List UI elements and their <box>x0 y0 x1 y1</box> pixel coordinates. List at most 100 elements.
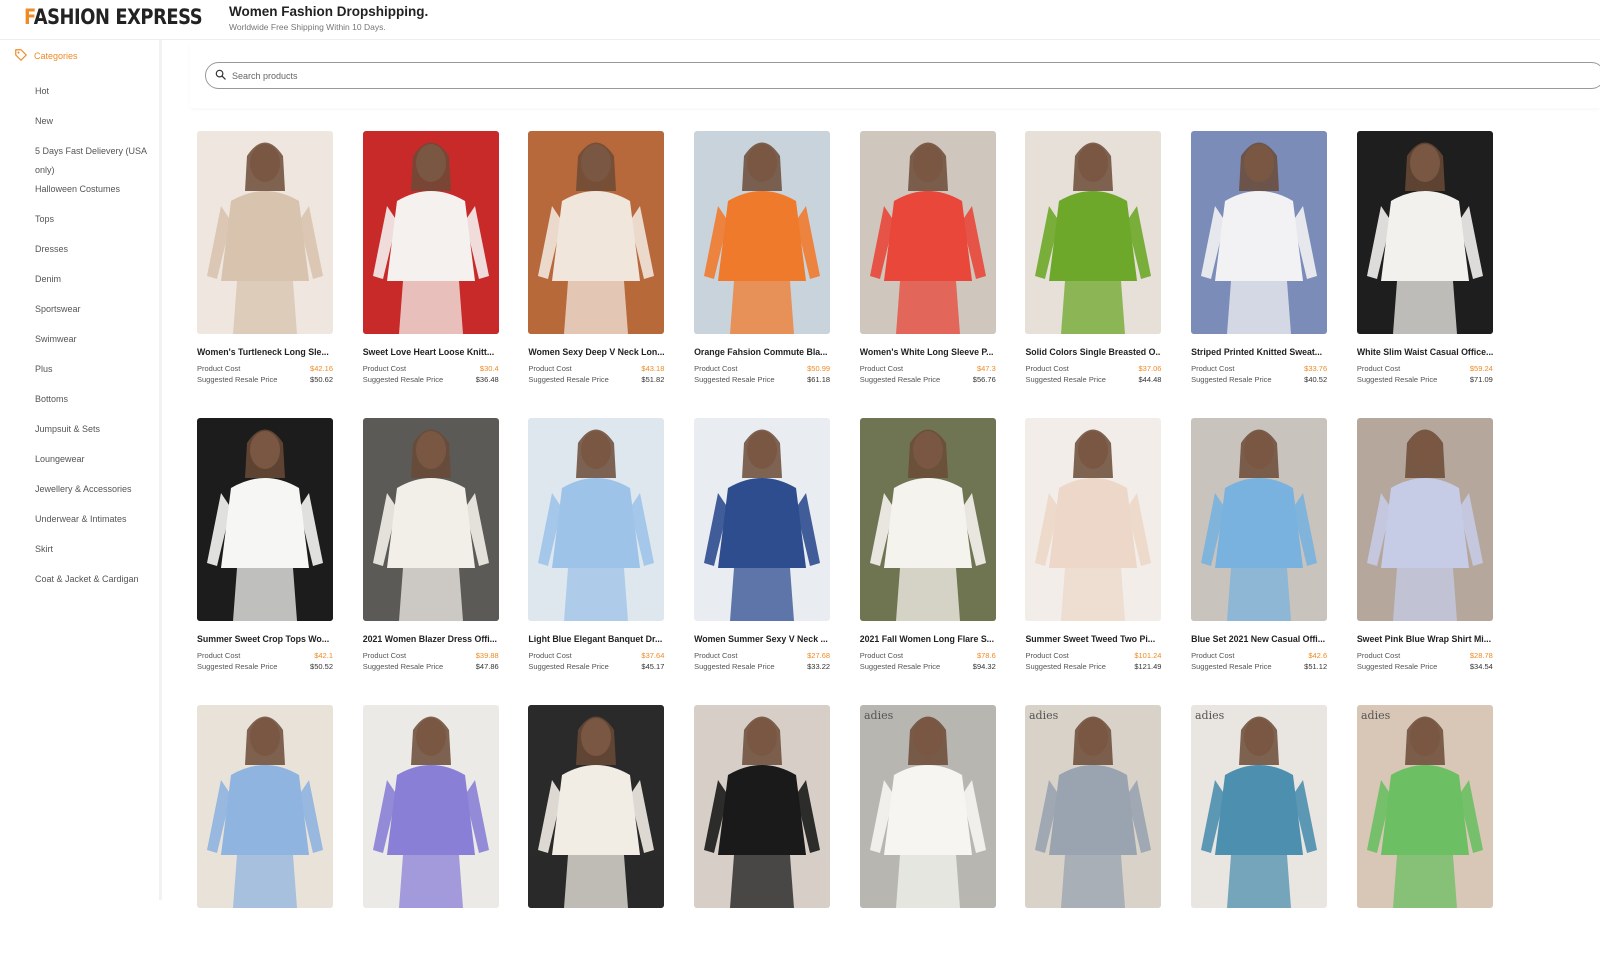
product-card[interactable]: Solid Colors Single Breasted O... Product… <box>1025 131 1162 406</box>
categories-heading[interactable]: Categories <box>14 48 78 64</box>
sidebar-item[interactable]: Loungewear <box>35 450 150 480</box>
product-name[interactable]: Sweet Pink Blue Wrap Shirt Mi... <box>1357 634 1493 644</box>
product-card[interactable] <box>694 705 831 980</box>
product-image[interactable] <box>362 131 499 334</box>
product-image[interactable] <box>1025 131 1162 334</box>
sidebar-item[interactable]: Denim <box>35 270 150 300</box>
resale-price-label: Suggested Resale Price <box>197 662 278 671</box>
sidebar-item[interactable]: Halloween Costumes <box>35 180 150 210</box>
product-image[interactable] <box>528 418 665 621</box>
product-image[interactable]: adies <box>1191 705 1328 908</box>
product-image[interactable] <box>859 131 996 334</box>
product-name[interactable]: 2021 Fall Women Long Flare S... <box>860 634 996 644</box>
sidebar-item[interactable]: Jewellery & Accessories <box>35 480 150 510</box>
product-image[interactable] <box>362 705 499 908</box>
product-card[interactable]: Striped Printed Knitted Sweat... Product … <box>1191 131 1328 406</box>
product-card[interactable]: Women's White Long Sleeve P... Product Co… <box>859 131 996 406</box>
product-card[interactable]: 2021 Fall Women Long Flare S... Product C… <box>859 418 996 693</box>
product-image[interactable] <box>694 131 831 334</box>
product-name[interactable]: Women Summer Sexy V Neck ... <box>694 634 830 644</box>
product-cost-label: Product Cost <box>694 364 738 373</box>
product-name[interactable]: Sweet Love Heart Loose Knitt... <box>363 347 499 357</box>
sidebar-item[interactable]: Plus <box>35 360 150 390</box>
product-image[interactable]: adies <box>1356 705 1493 908</box>
product-name[interactable]: Women's Turtleneck Long Sle... <box>197 347 333 357</box>
product-image[interactable] <box>197 418 333 621</box>
sidebar-item[interactable]: Sportswear <box>35 300 150 330</box>
product-card[interactable]: adies <box>1025 705 1162 980</box>
product-card[interactable]: adies <box>859 705 996 980</box>
search-box[interactable] <box>205 62 1600 89</box>
sidebar-item[interactable]: Coat & Jacket & Cardigan <box>35 570 150 600</box>
product-name[interactable]: 2021 Women Blazer Dress Offi... <box>363 634 499 644</box>
resale-price-label: Suggested Resale Price <box>1356 662 1438 671</box>
product-card[interactable]: 2021 Women Blazer Dress Offi... Product C… <box>362 418 499 693</box>
product-card[interactable] <box>362 705 499 980</box>
product-cost-row: Product Cost $28.78 <box>1357 651 1493 660</box>
sidebar-item[interactable]: Tops <box>35 210 150 240</box>
product-cost-row: Product Cost $78.6 <box>860 651 996 660</box>
sidebar-item[interactable]: Underwear & Intimates <box>35 510 150 540</box>
product-image[interactable] <box>528 705 665 908</box>
product-cost-label: Product Cost <box>859 651 904 660</box>
product-card[interactable]: Blue Set 2021 New Casual Offi... Product … <box>1191 418 1328 693</box>
search-input[interactable] <box>232 70 1432 81</box>
product-card[interactable]: Sweet Pink Blue Wrap Shirt Mi... Product … <box>1356 418 1493 693</box>
product-card[interactable]: adies <box>1356 705 1493 980</box>
product-cost-value: $27.68 <box>807 651 831 660</box>
product-card[interactable]: Women Summer Sexy V Neck ... Product Cost… <box>694 418 831 693</box>
product-image[interactable] <box>1191 418 1328 621</box>
product-name[interactable]: Women Sexy Deep V Neck Lon... <box>528 347 664 357</box>
sidebar-item[interactable]: Bottoms <box>35 390 150 420</box>
product-name[interactable]: Summer Sweet Tweed Two Pi... <box>1025 634 1161 644</box>
sidebar-item[interactable]: 5 Days Fast Delievery (USA only) <box>35 142 150 180</box>
product-cost-row: Product Cost $30.4 <box>363 364 499 373</box>
product-name[interactable]: White Slim Waist Casual Office... <box>1357 347 1493 357</box>
sidebar-item[interactable]: Swimwear <box>35 330 150 360</box>
product-name[interactable]: Light Blue Elegant Banquet Dr... <box>528 634 664 644</box>
product-image[interactable] <box>197 131 333 334</box>
product-image[interactable] <box>1025 418 1162 621</box>
product-cost-value: $30.4 <box>479 364 499 373</box>
product-image[interactable] <box>1191 131 1328 334</box>
product-card[interactable] <box>528 705 665 980</box>
sidebar-item[interactable]: Skirt <box>35 540 150 570</box>
sidebar-item[interactable]: Jumpsuit & Sets <box>35 420 150 450</box>
product-image[interactable] <box>197 705 333 908</box>
resale-price-value: $40.52 <box>1304 375 1328 384</box>
sidebar-item[interactable]: New <box>35 112 150 142</box>
product-card[interactable]: Sweet Love Heart Loose Knitt... Product C… <box>362 131 499 406</box>
product-name[interactable]: Summer Sweet Crop Tops Wo... <box>197 634 333 644</box>
product-card[interactable] <box>197 705 333 980</box>
product-name[interactable]: Women's White Long Sleeve P... <box>860 347 996 357</box>
product-card[interactable]: White Slim Waist Casual Office... Product… <box>1356 131 1493 406</box>
fashion-express-logo[interactable]: FASHION EXPRESS <box>24 5 203 29</box>
resale-price-value: $51.82 <box>641 375 665 384</box>
product-card[interactable]: Orange Fahsion Commute Bla... Product Cos… <box>694 131 831 406</box>
product-card[interactable]: Women Sexy Deep V Neck Lon... Product Cos… <box>528 131 665 406</box>
product-image[interactable] <box>1356 131 1493 334</box>
product-image[interactable] <box>528 131 665 334</box>
product-name[interactable]: Striped Printed Knitted Sweat... <box>1191 347 1327 357</box>
product-image[interactable] <box>694 418 831 621</box>
product-image[interactable]: adies <box>1025 705 1162 908</box>
product-image[interactable] <box>859 418 996 621</box>
product-card[interactable]: Women's Turtleneck Long Sle... Product Co… <box>197 131 333 406</box>
product-card[interactable]: Summer Sweet Crop Tops Wo... Product Cost… <box>197 418 333 693</box>
resale-price-value: $56.76 <box>972 375 996 384</box>
product-image[interactable] <box>1356 418 1493 621</box>
product-image[interactable] <box>694 705 831 908</box>
sidebar-item[interactable]: Dresses <box>35 240 150 270</box>
product-cost-value: $42.6 <box>1308 651 1328 660</box>
product-image[interactable] <box>362 418 499 621</box>
product-cost-label: Product Cost <box>362 651 407 660</box>
product-name[interactable]: Blue Set 2021 New Casual Offi... <box>1191 634 1327 644</box>
product-card[interactable]: Summer Sweet Tweed Two Pi... Product Cost… <box>1025 418 1162 693</box>
product-card[interactable]: adies <box>1191 705 1328 980</box>
sidebar-item[interactable]: Hot <box>35 82 150 112</box>
product-name[interactable]: Solid Colors Single Breasted O... <box>1025 347 1161 357</box>
resale-price-value: $47.86 <box>475 662 499 671</box>
product-card[interactable]: Light Blue Elegant Banquet Dr... Product … <box>528 418 665 693</box>
product-image[interactable]: adies <box>859 705 996 908</box>
product-name[interactable]: Orange Fahsion Commute Bla... <box>694 347 830 357</box>
